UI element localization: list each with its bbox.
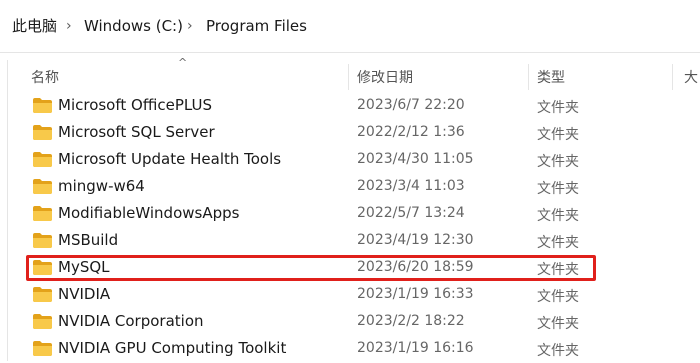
folder-icon (33, 179, 52, 194)
file-row[interactable]: NVIDIA 2023/1/19 16:33 文件夹 (0, 282, 700, 309)
folder-icon (33, 125, 52, 140)
file-row[interactable]: ModifiableWindowsApps 2022/5/7 13:24 文件夹 (0, 201, 700, 228)
breadcrumb-this-pc[interactable]: 此电脑 (12, 16, 57, 36)
folder-icon (33, 314, 52, 329)
file-row[interactable]: mingw-w64 2023/3/4 11:03 文件夹 (0, 174, 700, 201)
file-row[interactable]: MSBuild 2023/4/19 12:30 文件夹 (0, 228, 700, 255)
column-divider[interactable] (528, 64, 529, 90)
file-name: NVIDIA GPU Computing Toolkit (58, 339, 287, 357)
folder-icon (33, 206, 52, 221)
file-name: ModifiableWindowsApps (58, 204, 240, 222)
file-row[interactable]: Microsoft SQL Server 2022/2/12 1:36 文件夹 (0, 120, 700, 147)
file-type: 文件夹 (537, 208, 579, 224)
breadcrumb-drive-c[interactable]: Windows (C:) (84, 16, 183, 36)
chevron-right-icon[interactable]: › (187, 16, 193, 36)
file-date: 2023/1/19 16:16 (357, 340, 474, 356)
file-date: 2023/2/2 18:22 (357, 313, 465, 329)
file-name: MSBuild (58, 231, 119, 249)
folder-icon (33, 152, 52, 167)
sort-ascending-icon: ^ (178, 56, 188, 69)
file-date: 2023/1/19 16:33 (357, 286, 474, 302)
chevron-right-icon[interactable]: › (66, 16, 72, 36)
file-name: Microsoft OfficePLUS (58, 96, 212, 114)
folder-icon (33, 341, 52, 356)
file-date: 2022/2/12 1:36 (357, 124, 465, 140)
file-type: 文件夹 (537, 127, 579, 143)
file-date: 2023/3/4 11:03 (357, 178, 465, 194)
file-type: 文件夹 (537, 343, 579, 359)
column-header-type[interactable]: 类型 (537, 67, 565, 87)
file-type: 文件夹 (537, 100, 579, 116)
highlight-box (26, 255, 596, 281)
address-bar[interactable]: 此电脑 › Windows (C:) › Program Files (0, 0, 700, 53)
file-type: 文件夹 (537, 154, 579, 170)
file-type: 文件夹 (537, 235, 579, 251)
column-divider[interactable] (672, 64, 673, 90)
file-row[interactable]: Microsoft OfficePLUS 2023/6/7 22:20 文件夹 (0, 93, 700, 120)
file-type: 文件夹 (537, 316, 579, 332)
folder-icon (33, 287, 52, 302)
column-divider[interactable] (348, 64, 349, 90)
file-name: NVIDIA (58, 285, 111, 303)
file-list: Microsoft OfficePLUS 2023/6/7 22:20 文件夹 … (0, 93, 700, 363)
file-name: Microsoft SQL Server (58, 123, 215, 141)
file-name: Microsoft Update Health Tools (58, 150, 282, 168)
file-name: NVIDIA Corporation (58, 312, 204, 330)
folder-icon (33, 233, 52, 248)
file-date: 2023/6/7 22:20 (357, 97, 465, 113)
breadcrumb-program-files[interactable]: Program Files (206, 16, 307, 36)
column-header-date[interactable]: 修改日期 (357, 67, 413, 87)
file-type: 文件夹 (537, 289, 579, 305)
file-date: 2022/5/7 13:24 (357, 205, 465, 221)
column-header-size[interactable]: 大 (684, 67, 698, 87)
folder-icon (33, 98, 52, 113)
file-date: 2023/4/19 12:30 (357, 232, 474, 248)
file-row[interactable]: NVIDIA GPU Computing Toolkit 2023/1/19 1… (0, 336, 700, 363)
column-header-row: ^ 名称 修改日期 类型 大 (0, 56, 700, 90)
column-header-name[interactable]: 名称 (31, 67, 59, 87)
file-type: 文件夹 (537, 181, 579, 197)
file-row[interactable]: NVIDIA Corporation 2023/2/2 18:22 文件夹 (0, 309, 700, 336)
file-name: mingw-w64 (58, 177, 145, 195)
file-date: 2023/4/30 11:05 (357, 151, 474, 167)
file-row[interactable]: Microsoft Update Health Tools 2023/4/30 … (0, 147, 700, 174)
